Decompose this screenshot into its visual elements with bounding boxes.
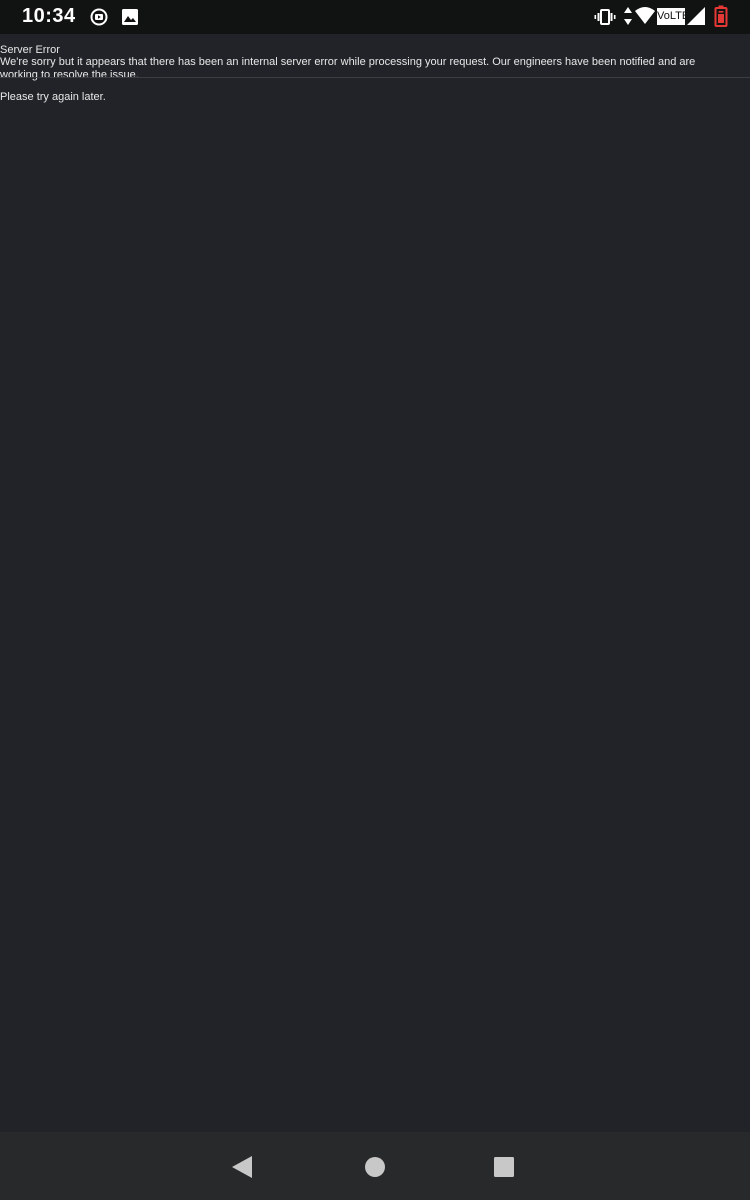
home-button[interactable] <box>362 1154 388 1180</box>
navigation-bar <box>0 1132 750 1200</box>
status-bar: 10:34 VoLTE <box>0 0 750 34</box>
wifi-icon <box>634 6 656 31</box>
back-triangle-icon <box>232 1156 252 1178</box>
home-circle-icon <box>365 1157 385 1177</box>
media-notification-icon <box>90 8 108 31</box>
cellular-signal-icon <box>686 6 706 31</box>
volte-icon: VoLTE <box>657 8 689 25</box>
status-time: 10:34 <box>22 5 76 27</box>
vibrate-icon <box>594 8 616 31</box>
recents-button[interactable] <box>491 1154 517 1180</box>
battery-icon <box>714 5 728 32</box>
image-notification-icon <box>121 8 139 31</box>
back-button[interactable] <box>229 1154 255 1180</box>
data-arrows-icon <box>623 6 633 31</box>
page-content: Server Error We're sorry but it appears … <box>0 34 750 1132</box>
recents-square-icon <box>494 1157 514 1177</box>
retry-message: Please try again later. <box>0 91 106 103</box>
error-title: Server Error <box>0 44 60 56</box>
divider <box>0 77 750 78</box>
